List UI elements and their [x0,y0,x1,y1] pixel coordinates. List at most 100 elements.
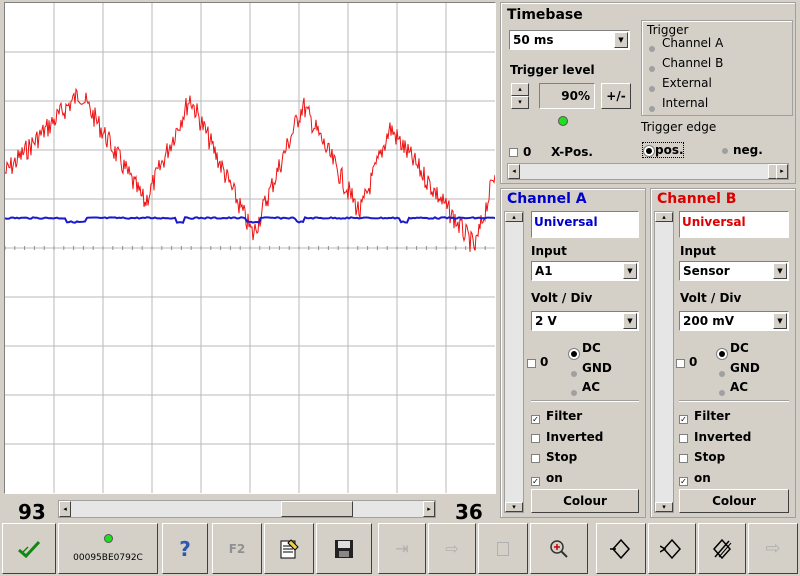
cursor-right-button[interactable] [648,523,696,574]
checkbox-icon[interactable] [679,454,688,463]
scroll-right-button[interactable]: ▸ [776,164,788,179]
cursor-center-button[interactable] [698,523,746,574]
zoom-button[interactable] [530,523,588,574]
scroll-thumb[interactable] [281,501,353,517]
spin-down-icon[interactable]: ▾ [511,96,529,109]
channel-b-volt-select[interactable]: 200 mV ▼ [679,311,789,331]
channel-b-stop[interactable]: Stop [679,450,725,466]
channel-b-vscroll[interactable]: ▴ ▾ [654,211,674,513]
channel-a-dc[interactable]: DC [571,341,601,360]
checkbox-icon[interactable]: ✓ [531,415,540,424]
trigger-option-internal[interactable]: Internal [649,96,708,115]
channel-b-name-field[interactable]: Universal [679,211,789,238]
trigger-option-channel-a[interactable]: Channel A [649,36,723,55]
checkbox-icon[interactable]: ✓ [531,477,540,486]
print-button[interactable] [264,523,314,574]
scroll-down-button[interactable]: ▾ [505,502,523,512]
trigger-level-spinner[interactable]: ▴ ▾ [511,83,529,109]
nav-first-button[interactable]: ⇥ [378,523,426,574]
channel-a-vscroll[interactable]: ▴ ▾ [504,211,524,513]
checkbox-icon[interactable] [679,434,688,443]
channel-b-filter[interactable]: ✓ Filter [679,409,730,425]
xpos-scrollbar[interactable]: ◂ ▸ [507,163,789,180]
channel-b-input-select[interactable]: Sensor ▼ [679,261,789,281]
channel-b-gnd[interactable]: GND [719,361,760,380]
radio-icon[interactable] [649,106,655,112]
plus-minus-label: +/- [606,89,626,103]
channel-b-inverted[interactable]: Inverted [679,430,751,446]
channel-a-name-field[interactable]: Universal [531,211,639,238]
spin-up-icon[interactable]: ▴ [511,83,529,96]
chevron-down-icon[interactable]: ▼ [623,263,637,279]
trigger-title: Trigger [647,23,689,37]
left-readout: 93 [18,500,46,524]
channel-a-ac[interactable]: AC [571,380,600,399]
channel-b-panel: Channel B ▴ ▾ Universal Input Sensor ▼ V… [650,188,796,518]
trigger-option-external[interactable]: External [649,76,712,95]
confirm-button[interactable] [2,523,56,574]
trigger-edge-pos[interactable]: pos. [642,142,684,158]
help-button[interactable]: ? [162,523,208,574]
cursor-left-button[interactable] [596,523,646,574]
blank-page-button[interactable] [478,523,528,574]
oscilloscope-plot [5,3,495,493]
radio-icon[interactable] [649,86,655,92]
chevron-down-icon[interactable]: ▼ [614,32,628,48]
scroll-up-button[interactable]: ▴ [655,212,673,222]
checkbox-icon[interactable] [531,454,540,463]
channel-b-ac[interactable]: AC [719,380,748,399]
radio-icon[interactable] [571,371,577,377]
channel-a-name: Universal [534,215,598,229]
timebase-value: 50 ms [513,33,554,47]
timebase-select[interactable]: 50 ms ▼ [509,30,630,50]
channel-a-input-select[interactable]: A1 ▼ [531,261,639,281]
channel-a-colour-button[interactable]: Colour [531,489,639,513]
horizontal-scrollbar[interactable]: ◂ ▸ [58,500,436,518]
radio-icon[interactable] [719,390,725,396]
checkbox-icon[interactable]: ✓ [679,415,688,424]
channel-b-zero-checkbox[interactable]: 0 [676,355,697,371]
plus-minus-button[interactable]: +/- [601,83,631,109]
channel-a-inverted[interactable]: Inverted [531,430,603,446]
channel-a-filter[interactable]: ✓ Filter [531,409,582,425]
scroll-left-button[interactable]: ◂ [508,164,520,179]
checkbox-icon[interactable] [531,434,540,443]
chevron-down-icon[interactable]: ▼ [773,263,787,279]
channel-b-colour-button[interactable]: Colour [679,489,789,513]
checkbox-icon[interactable] [676,359,685,368]
scroll-up-button[interactable]: ▴ [505,212,523,222]
radio-icon[interactable] [571,351,577,357]
checkbox-icon[interactable]: ✓ [679,477,688,486]
f2-button[interactable]: F2 [212,523,262,574]
channel-b-on[interactable]: ✓ on [679,471,711,487]
channel-b-dc[interactable]: DC [719,341,749,360]
radio-icon[interactable] [649,46,655,52]
chevron-down-icon[interactable]: ▼ [623,313,637,329]
checkmark-icon [18,540,41,558]
channel-a-stop[interactable]: Stop [531,450,577,466]
radio-icon[interactable] [719,371,725,377]
radio-icon[interactable] [649,66,655,72]
scope-screen[interactable] [4,2,496,494]
channel-b-name: Universal [682,215,746,229]
channel-a-on[interactable]: ✓ on [531,471,563,487]
nav-next-button[interactable]: ⇨ [428,523,476,574]
radio-icon[interactable] [719,351,725,357]
radio-icon[interactable] [571,390,577,396]
trigger-level-unit: % [577,89,590,103]
next-disabled-button[interactable]: ⇨ [748,523,798,574]
channel-a-zero-checkbox[interactable]: 0 [527,355,548,371]
checkbox-icon[interactable] [527,359,536,368]
channel-a-gnd[interactable]: GND [571,361,612,380]
scroll-right-button[interactable]: ▸ [423,501,435,517]
chevron-down-icon[interactable]: ▼ [773,313,787,329]
scroll-down-button[interactable]: ▾ [655,502,673,512]
scroll-left-button[interactable]: ◂ [59,501,71,517]
checkbox-icon[interactable] [509,148,518,157]
save-button[interactable] [316,523,372,574]
channel-a-volt-select[interactable]: 2 V ▼ [531,311,639,331]
xpos-checkbox[interactable]: 0 [509,145,531,160]
radio-icon[interactable] [722,148,728,154]
trigger-option-channel-b[interactable]: Channel B [649,56,723,75]
radio-icon[interactable] [646,148,652,154]
